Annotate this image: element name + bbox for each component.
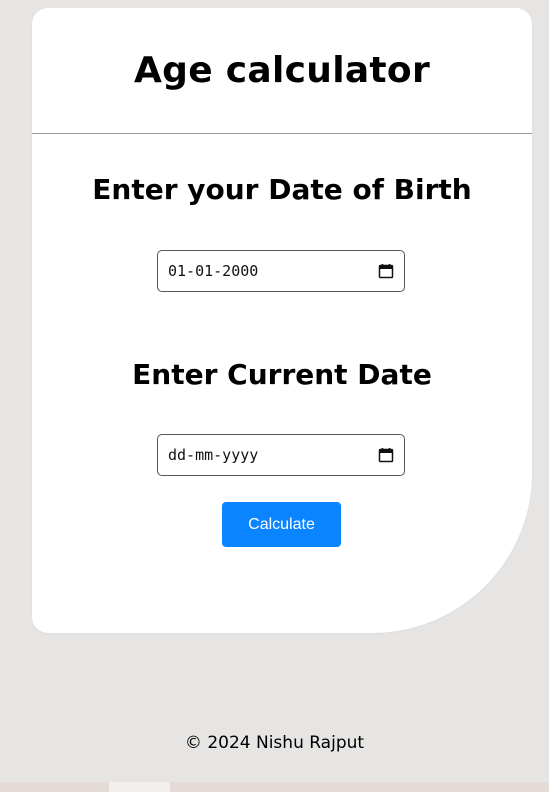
- birth-date-value: 01-01-2000: [168, 262, 259, 280]
- birth-date-heading: Enter your Date of Birth: [92, 173, 472, 206]
- calculate-button[interactable]: Calculate: [222, 502, 341, 547]
- birth-date-input[interactable]: 01-01-2000: [157, 250, 405, 292]
- calendar-icon[interactable]: [378, 263, 394, 279]
- card-header: Age calculator: [32, 8, 532, 134]
- footer-copyright: © 2024 Nishu Rajput: [184, 733, 365, 753]
- calculator-card: Age calculator Enter your Date of Birth …: [32, 8, 532, 633]
- page-title: Age calculator: [133, 50, 431, 91]
- bottom-strip: [0, 782, 549, 792]
- current-date-heading: Enter Current Date: [132, 358, 432, 391]
- bottom-strip-highlight: [109, 782, 170, 792]
- calendar-icon[interactable]: [378, 447, 394, 463]
- current-date-input[interactable]: dd-mm-yyyy: [157, 434, 405, 476]
- current-date-placeholder: dd-mm-yyyy: [168, 446, 259, 464]
